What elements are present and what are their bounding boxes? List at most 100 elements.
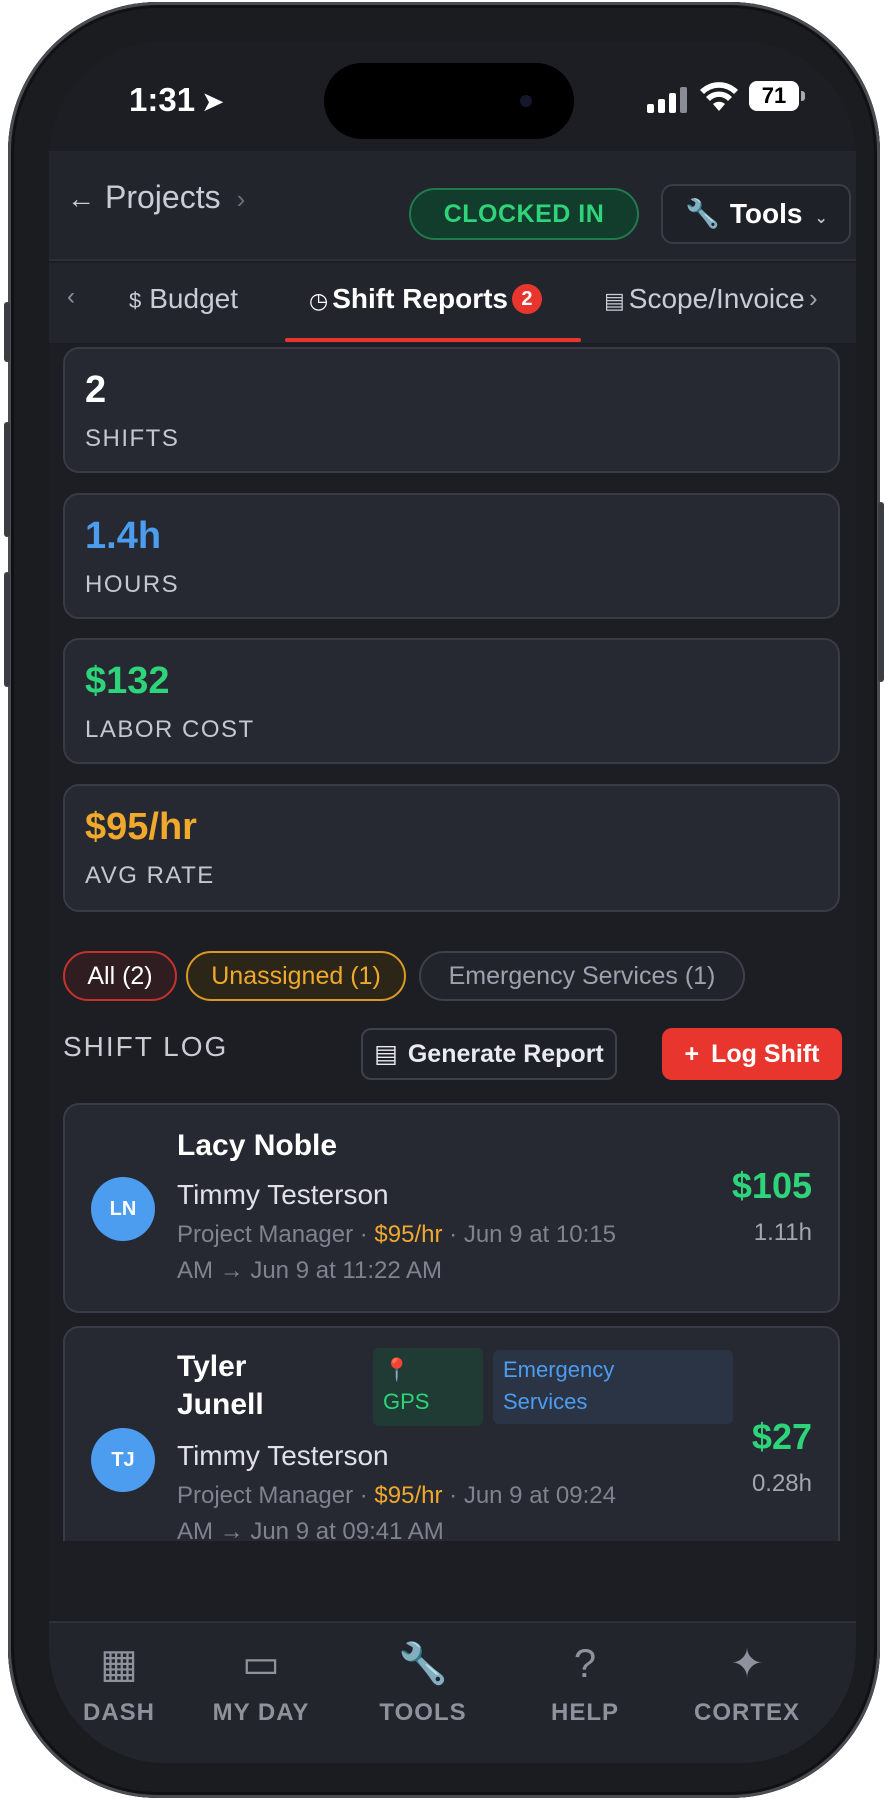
tools-dropdown-button[interactable]: 🔧 Tools ⌄	[661, 184, 851, 244]
shift-meta: Project Manager · $95/hr · Jun 9 at 09:2…	[177, 1478, 647, 1541]
tab-shift-reports-label: Shift Reports	[332, 283, 508, 314]
volume-up-button	[4, 422, 10, 537]
chevron-down-icon: ⌄	[814, 210, 828, 227]
project-name: Timmy Testerson	[177, 1179, 389, 1210]
stat-label: SHIFTS	[85, 425, 180, 452]
shift-card[interactable]: LN Lacy Noble Timmy Testerson Project Ma…	[63, 1103, 840, 1313]
stat-label: AVG RATE	[85, 862, 215, 889]
stat-label: LABOR COST	[85, 716, 255, 743]
stat-value: $95/hr	[85, 806, 197, 848]
document-icon: ▤	[604, 288, 625, 313]
shift-log-title: SHIFT LOG	[63, 1031, 229, 1062]
phone-frame: 1:31 ➤ 71 ← Projects › CLOCKED IN 🔧 Tools ⌄	[4, 2, 884, 1798]
shift-hours: 1.11h	[753, 1219, 812, 1246]
help-icon: ?	[573, 1642, 597, 1686]
count-badge: 2	[511, 284, 542, 314]
nav-label: DASH	[82, 1699, 155, 1726]
worker-name-line: Junell	[177, 1388, 264, 1421]
log-shift-label: Log Shift	[711, 1040, 820, 1068]
emergency-services-tag: Emergency Services	[493, 1350, 733, 1424]
camera-icon	[520, 95, 532, 107]
tab-budget[interactable]: $ Budget	[129, 283, 238, 315]
gps-tag: 📍 GPS	[373, 1348, 483, 1426]
cellular-signal-icon	[647, 87, 689, 113]
period-start: Jun 9 at 09:24	[463, 1482, 616, 1509]
gps-tag-label: GPS	[383, 1389, 430, 1414]
document-icon: ▤	[374, 1040, 398, 1068]
dynamic-island	[324, 63, 574, 139]
filter-all-chip[interactable]: All (2)	[63, 951, 177, 1001]
action-button	[4, 302, 10, 362]
period-end: AM → Jun 9 at 09:41 AM	[177, 1518, 444, 1541]
app-screen: 1:31 ➤ 71 ← Projects › CLOCKED IN 🔧 Tools ⌄	[49, 41, 856, 1763]
hourly-rate: $95/hr	[374, 1482, 443, 1509]
bottom-nav: ▦ DASH ▭ MY DAY 🔧 TOOLS ? HELP ✦ CORTEX	[49, 1621, 856, 1763]
shift-card[interactable]: TJ Tyler Junell 📍 GPS Emergency Services…	[63, 1326, 840, 1541]
volume-down-button	[4, 572, 10, 687]
dollar-icon: $	[129, 288, 142, 313]
wifi-icon	[700, 82, 738, 111]
nav-label: CORTEX	[693, 1699, 800, 1726]
stat-card-labor-cost: $132 LABOR COST	[63, 638, 840, 764]
avatar: LN	[91, 1177, 155, 1241]
chevron-right-icon: ›	[236, 184, 246, 214]
scroll-left-icon[interactable]: ‹	[67, 283, 75, 311]
shift-hours: 0.28h	[751, 1470, 812, 1497]
log-shift-button[interactable]: + Log Shift	[662, 1028, 842, 1080]
back-label: Projects	[105, 179, 221, 215]
clock-icon: ◷	[309, 288, 329, 313]
nav-help[interactable]: ? HELP	[515, 1641, 655, 1727]
worker-name: Lacy Noble	[177, 1129, 338, 1162]
avatar: TJ	[91, 1428, 155, 1492]
tab-scope-invoice-label: Scope/Invoice	[628, 283, 805, 314]
nav-dash[interactable]: ▦ DASH	[49, 1641, 189, 1727]
tools-label: Tools	[729, 198, 803, 229]
generate-report-label: Generate Report	[407, 1040, 604, 1068]
role: Project Manager	[177, 1482, 354, 1509]
hourly-rate: $95/hr	[374, 1221, 443, 1248]
stat-value: 1.4h	[85, 515, 162, 557]
map-pin-icon: 📍	[383, 1357, 411, 1382]
stat-card-shifts: 2 SHIFTS	[63, 347, 840, 473]
emergency-tag-line: Services	[503, 1389, 588, 1414]
tab-budget-label: Budget	[149, 283, 238, 314]
shift-amount: $27	[751, 1416, 812, 1457]
filter-emergency-services-chip[interactable]: Emergency Services (1)	[419, 951, 745, 1001]
project-name: Timmy Testerson	[177, 1440, 389, 1471]
worker-name-line: Tyler	[177, 1350, 247, 1383]
shift-meta: Project Manager · $95/hr · Jun 9 at 10:1…	[177, 1221, 616, 1284]
app-header: ← Projects › CLOCKED IN 🔧 Tools ⌄	[49, 151, 856, 261]
tab-shift-reports[interactable]: ◷ Shift Reports 2	[309, 283, 542, 315]
plus-icon: +	[684, 1040, 700, 1068]
shift-amount: $105	[731, 1165, 812, 1206]
location-arrow-icon: ➤	[201, 86, 225, 117]
filter-unassigned-chip[interactable]: Unassigned (1)	[186, 951, 406, 1001]
scroll-right-icon[interactable]: ›	[809, 283, 818, 314]
nav-label: MY DAY	[212, 1699, 310, 1726]
dashboard-icon: ▦	[100, 1642, 138, 1686]
stat-card-hours: 1.4h HOURS	[63, 493, 840, 619]
worker-name: Tyler Junell	[177, 1348, 264, 1424]
tab-bar: ‹ $ Budget ◷ Shift Reports 2 ▤ Scope/Invoice…	[49, 263, 856, 343]
nav-label: HELP	[550, 1699, 619, 1726]
generate-report-button[interactable]: ▤ Generate Report	[361, 1028, 617, 1080]
nav-tools[interactable]: 🔧 TOOLS	[353, 1641, 493, 1727]
stat-label: HOURS	[85, 571, 180, 598]
period-start: Jun 9 at 10:15	[463, 1221, 616, 1248]
back-to-projects-link[interactable]: ← Projects ›	[67, 179, 245, 216]
status-bar: 1:31 ➤ 71	[49, 41, 856, 161]
period-end: AM → Jun 9 at 11:22 AM	[177, 1257, 443, 1284]
wrench-icon: 🔧	[398, 1642, 448, 1686]
sparkle-icon: ✦	[730, 1642, 764, 1686]
clocked-in-badge[interactable]: CLOCKED IN	[409, 188, 639, 240]
battery-icon: 71	[749, 81, 805, 111]
stat-value: $132	[85, 660, 170, 702]
nav-label: TOOLS	[379, 1699, 467, 1726]
nav-cortex[interactable]: ✦ CORTEX	[677, 1641, 817, 1727]
tab-scope-invoice[interactable]: ▤ Scope/Invoice	[604, 283, 805, 315]
wrench-icon: 🔧	[685, 198, 720, 229]
role: Project Manager	[177, 1221, 354, 1248]
nav-my-day[interactable]: ▭ MY DAY	[191, 1641, 331, 1727]
back-arrow-icon: ←	[67, 183, 95, 214]
calendar-icon: ▭	[242, 1642, 280, 1686]
